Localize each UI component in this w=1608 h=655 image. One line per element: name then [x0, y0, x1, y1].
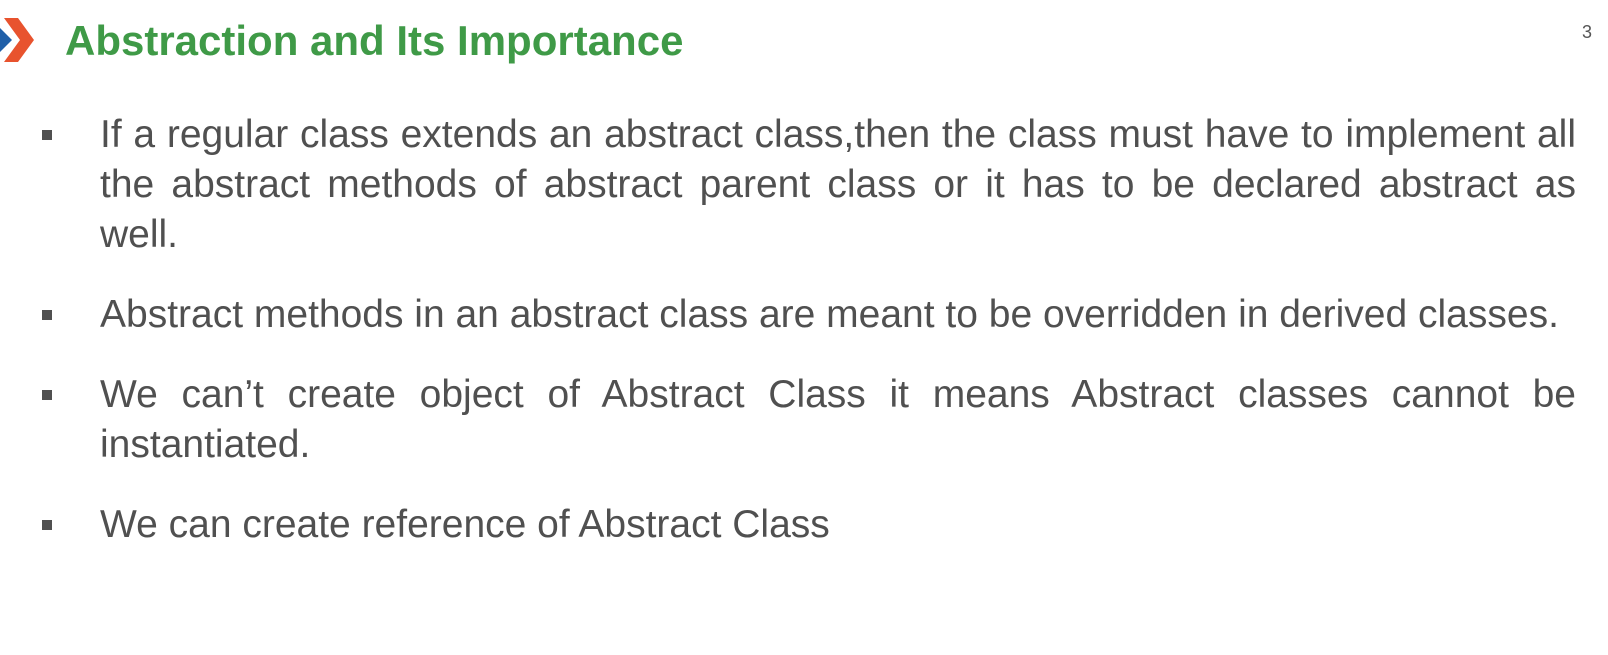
bullet-text: If a regular class extends an abstract c…: [100, 113, 1576, 256]
bullet-item: We can create reference of Abstract Clas…: [0, 500, 1608, 550]
bullet-text: We can create reference of Abstract Clas…: [100, 503, 830, 546]
square-bullet-icon: [42, 310, 52, 320]
bullet-text: Abstract methods in an abstract class ar…: [100, 293, 1559, 336]
bullet-item: If a regular class extends an abstract c…: [0, 110, 1608, 260]
bullet-list: If a regular class extends an abstract c…: [0, 110, 1608, 580]
slide-title: Abstraction and Its Importance: [65, 17, 684, 64]
square-bullet-icon: [42, 130, 52, 140]
square-bullet-icon: [42, 520, 52, 530]
slide-number: 3: [1581, 22, 1592, 42]
square-bullet-icon: [42, 390, 52, 400]
bullet-text: We can’t create object of Abstract Class…: [100, 373, 1576, 466]
bullet-item: Abstract methods in an abstract class ar…: [0, 290, 1608, 340]
slide: Abstraction and Its Importance 3 If a re…: [0, 0, 1608, 655]
bullet-item: We can’t create object of Abstract Class…: [0, 370, 1608, 470]
logo-chevron-icon: [0, 18, 34, 62]
